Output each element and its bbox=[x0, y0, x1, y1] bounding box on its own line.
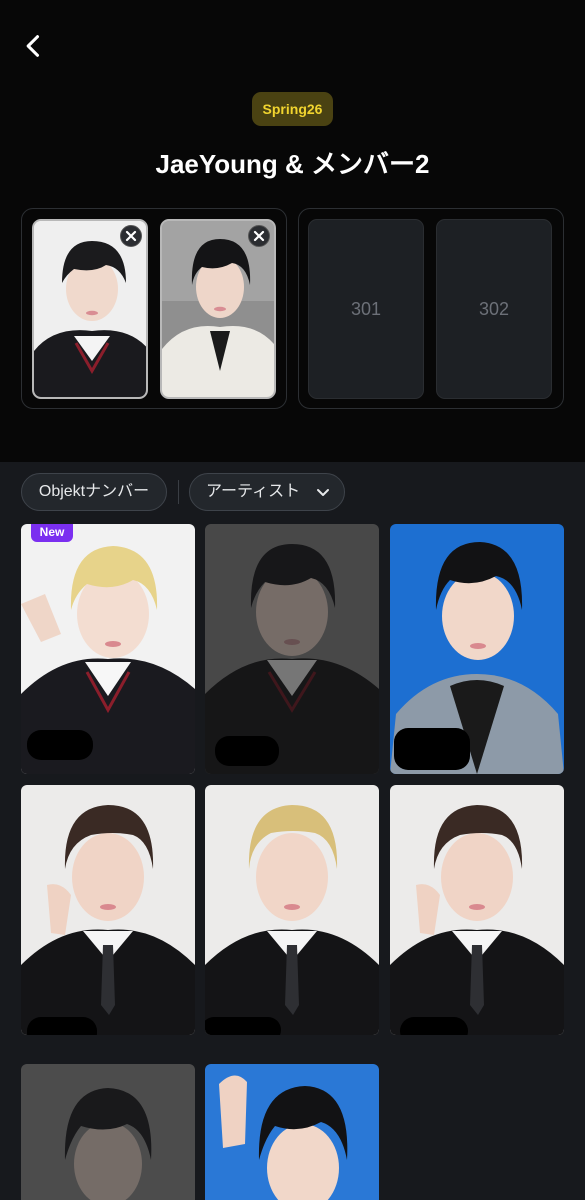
member-photo bbox=[205, 785, 379, 1035]
redaction-mark bbox=[215, 736, 279, 766]
season-badge: Spring26 bbox=[252, 92, 333, 126]
member-photo bbox=[205, 1064, 379, 1200]
objekt-card[interactable] bbox=[205, 785, 379, 1035]
objekt-number-filter[interactable]: Objektナンバー bbox=[21, 473, 167, 511]
redaction-mark bbox=[394, 728, 470, 770]
redaction-mark bbox=[400, 1017, 468, 1035]
chevron-left-icon bbox=[26, 35, 40, 57]
back-button[interactable] bbox=[20, 32, 48, 60]
member-photo bbox=[21, 785, 195, 1035]
artist-filter-label: アーティスト bbox=[206, 483, 301, 500]
filter-bar: Objektナンバー アーティスト bbox=[0, 462, 585, 520]
empty-slot-302[interactable]: 302 bbox=[436, 219, 552, 399]
selected-group-2: 301 302 bbox=[298, 208, 564, 409]
close-icon bbox=[253, 230, 265, 242]
filter-divider bbox=[178, 480, 179, 504]
header-area: Spring26 JaeYoung & メンバー2 301 302 bbox=[0, 0, 585, 462]
objekt-card[interactable] bbox=[390, 785, 564, 1035]
redaction-mark bbox=[205, 1017, 281, 1035]
objekt-card[interactable] bbox=[205, 524, 379, 774]
member-photo bbox=[21, 1064, 195, 1200]
redaction-mark bbox=[27, 1017, 97, 1035]
selected-slot-2[interactable] bbox=[160, 219, 276, 399]
objekt-card[interactable] bbox=[21, 785, 195, 1035]
objekt-card[interactable] bbox=[205, 1064, 379, 1200]
selected-group-1 bbox=[21, 208, 287, 409]
member-photo bbox=[390, 785, 564, 1035]
slot-number: 301 bbox=[350, 298, 382, 319]
artist-filter-dropdown[interactable]: アーティスト bbox=[189, 473, 345, 511]
empty-slot-301[interactable]: 301 bbox=[308, 219, 424, 399]
objekt-card[interactable]: New bbox=[21, 524, 195, 774]
page-title: JaeYoung & メンバー2 bbox=[155, 149, 430, 179]
remove-slot-1-button[interactable] bbox=[120, 225, 142, 247]
objekt-card[interactable] bbox=[21, 1064, 195, 1200]
close-icon bbox=[125, 230, 137, 242]
remove-slot-2-button[interactable] bbox=[248, 225, 270, 247]
redaction-mark bbox=[27, 730, 93, 760]
selected-slot-1[interactable] bbox=[32, 219, 148, 399]
chevron-down-icon bbox=[317, 489, 329, 496]
new-badge: New bbox=[31, 524, 73, 542]
objekt-card[interactable] bbox=[390, 524, 564, 774]
slot-number: 302 bbox=[478, 298, 510, 319]
